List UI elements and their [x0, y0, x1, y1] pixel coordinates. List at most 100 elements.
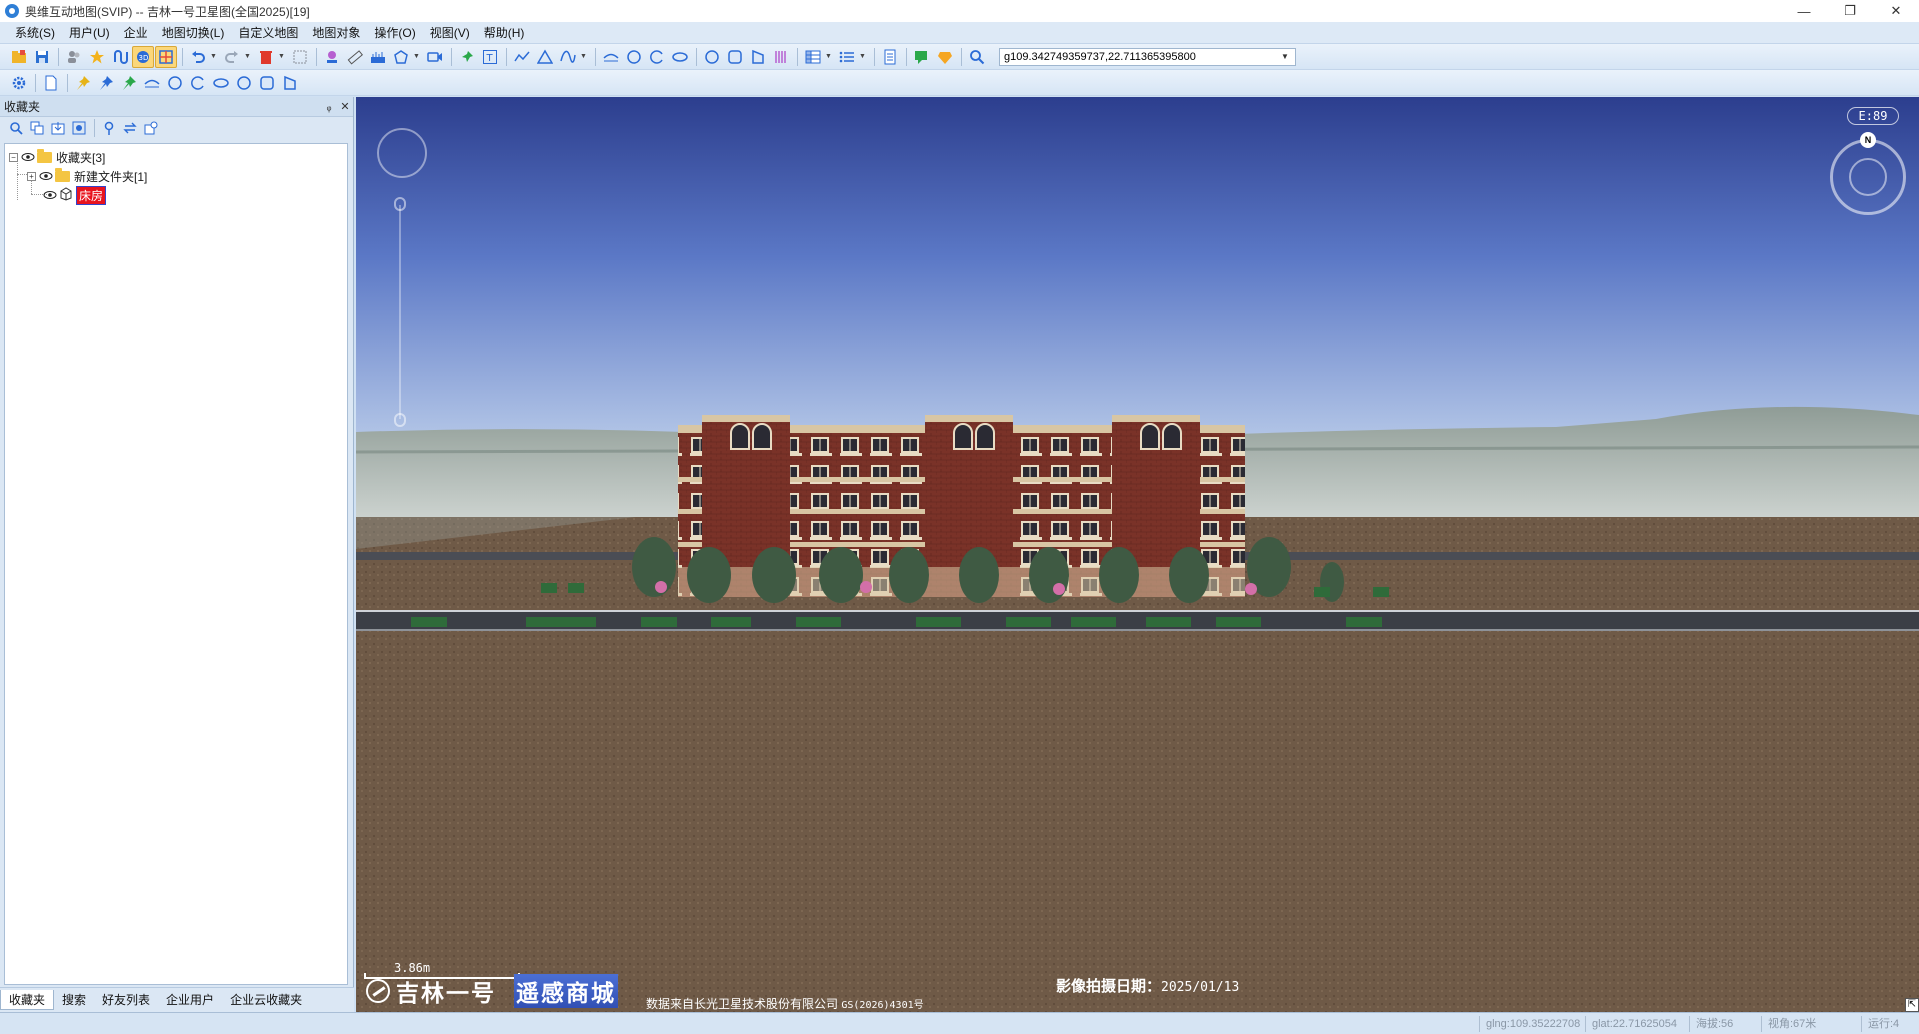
rect-region-icon[interactable] [256, 72, 278, 94]
coordinate-search-combo[interactable]: ▼ [999, 47, 1296, 66]
tree-node-folder[interactable]: + 新建文件夹[1] [5, 167, 347, 186]
delete-icon[interactable] [255, 46, 277, 68]
north-indicator[interactable]: N [1860, 132, 1876, 148]
expand-toggle-icon[interactable]: + [27, 172, 36, 181]
sector-region-icon[interactable] [747, 46, 769, 68]
star-favorite-icon[interactable] [86, 46, 108, 68]
ruler-icon[interactable] [344, 46, 366, 68]
eye-visibility-icon[interactable] [43, 189, 57, 203]
tree-label-folder[interactable]: 新建文件夹[1] [74, 168, 147, 185]
video-camera-icon[interactable] [424, 46, 446, 68]
undo-icon[interactable] [187, 46, 209, 68]
text-label-icon[interactable]: T [479, 46, 501, 68]
rect-region-icon[interactable] [724, 46, 746, 68]
curve-dropdown-icon[interactable]: ▼ [580, 53, 588, 60]
tab-friends[interactable]: 好友列表 [94, 990, 158, 1010]
chevron-down-icon[interactable]: ▼ [1276, 52, 1294, 61]
circle-region-icon[interactable] [701, 46, 723, 68]
tab-favorites[interactable]: 收藏夹 [0, 990, 55, 1010]
tree-node-root[interactable]: − 收藏夹[3] [5, 148, 347, 167]
shape-dropdown-icon[interactable]: ▼ [413, 53, 421, 60]
select-box-icon[interactable] [289, 46, 311, 68]
document-icon[interactable] [879, 46, 901, 68]
menu-system[interactable]: 系统(S) [8, 23, 62, 43]
sync-icon[interactable] [120, 118, 140, 138]
remote-sensing-mall-link[interactable]: 遥感商城 [514, 974, 618, 1008]
tree-node-item[interactable]: 床房 [5, 186, 347, 205]
tree-label-root[interactable]: 收藏夹[3] [56, 149, 105, 166]
curve-icon[interactable] [557, 46, 579, 68]
menu-help[interactable]: 帮助(H) [477, 23, 532, 43]
share-icon[interactable] [141, 118, 161, 138]
redo-dropdown-icon[interactable]: ▼ [244, 53, 252, 60]
navigation-control[interactable] [377, 128, 427, 178]
tree-label-item[interactable]: 床房 [76, 186, 107, 205]
search-icon[interactable] [966, 46, 988, 68]
ellipse-icon[interactable] [210, 72, 232, 94]
import-icon[interactable] [48, 118, 68, 138]
collapse-toggle-icon[interactable]: − [9, 153, 18, 162]
3d-view-icon[interactable]: 3D [132, 45, 154, 68]
list-view-icon[interactable] [836, 46, 858, 68]
menu-map-objects[interactable]: 地图对象 [305, 23, 367, 43]
tab-enterprise-users[interactable]: 企业用户 [158, 990, 222, 1010]
zoom-slider[interactable] [394, 197, 406, 427]
menu-view[interactable]: 视图(V) [423, 23, 477, 43]
compass-widget[interactable]: E:89 N [1827, 107, 1909, 215]
tab-search[interactable]: 搜索 [54, 990, 94, 1010]
pushpin-blue-icon[interactable] [95, 72, 117, 94]
maximize-button[interactable]: ❐ [1827, 0, 1873, 22]
table-dropdown-icon[interactable]: ▼ [825, 53, 833, 60]
locate-person-icon[interactable] [321, 46, 343, 68]
circle-icon[interactable] [623, 46, 645, 68]
eye-visibility-icon[interactable] [21, 151, 35, 165]
menu-map-switch[interactable]: 地图切换(L) [155, 23, 232, 43]
save-icon[interactable] [31, 46, 53, 68]
close-window-button[interactable]: ✕ [1873, 0, 1919, 22]
route-icon[interactable] [109, 46, 131, 68]
settings-gear-icon[interactable] [8, 72, 30, 94]
menu-custom-map[interactable]: 自定义地图 [231, 23, 305, 43]
ellipse-icon[interactable] [669, 46, 691, 68]
chat-icon[interactable] [911, 46, 933, 68]
polygon-shape-icon[interactable] [390, 46, 412, 68]
new-page-icon[interactable] [40, 72, 62, 94]
list-dropdown-icon[interactable]: ▼ [859, 53, 867, 60]
measure-area-icon[interactable] [367, 46, 389, 68]
layer-toggle-icon[interactable] [155, 45, 177, 68]
map-3d-view[interactable]: E:89 N 3.86m 吉林一号 遥感商城 数据来自长光卫星技术股份有限公司 … [356, 97, 1919, 1012]
arc-line-icon[interactable] [141, 72, 163, 94]
pushpin-green-icon[interactable] [118, 72, 140, 94]
copy-icon[interactable] [27, 118, 47, 138]
sector-region-icon[interactable] [279, 72, 301, 94]
delete-dropdown-icon[interactable]: ▼ [278, 53, 286, 60]
triangle-icon[interactable] [534, 46, 556, 68]
barcode-icon[interactable] [770, 46, 792, 68]
open-folder-icon[interactable] [8, 46, 30, 68]
table-view-icon[interactable] [802, 46, 824, 68]
arc-icon[interactable] [187, 72, 209, 94]
minimize-button[interactable]: — [1781, 0, 1827, 22]
undo-dropdown-icon[interactable]: ▼ [210, 53, 218, 60]
users-icon[interactable] [63, 46, 85, 68]
menu-operation[interactable]: 操作(O) [367, 23, 422, 43]
arc-icon[interactable] [646, 46, 668, 68]
resize-grip-icon[interactable]: ⇱ [1905, 998, 1919, 1012]
location-pin-icon[interactable] [99, 118, 119, 138]
close-icon[interactable]: ✕ [337, 100, 353, 113]
polyline-icon[interactable] [511, 46, 533, 68]
compass-ring-icon[interactable] [1830, 139, 1906, 215]
zoom-in-knob[interactable] [394, 197, 406, 211]
vip-diamond-icon[interactable] [934, 46, 956, 68]
menu-enterprise[interactable]: 企业 [117, 23, 155, 43]
arc-line-icon[interactable] [600, 46, 622, 68]
search-icon[interactable] [6, 118, 26, 138]
pin-icon[interactable]: ᵩ [321, 101, 337, 113]
capture-icon[interactable] [69, 118, 89, 138]
coordinate-search-input[interactable] [1000, 48, 1276, 65]
pushpin-yellow-icon[interactable] [72, 72, 94, 94]
redo-icon[interactable] [221, 46, 243, 68]
eye-visibility-icon[interactable] [39, 170, 53, 184]
tab-enterprise-cloud[interactable]: 企业云收藏夹 [222, 990, 310, 1010]
menu-user[interactable]: 用户(U) [62, 23, 117, 43]
